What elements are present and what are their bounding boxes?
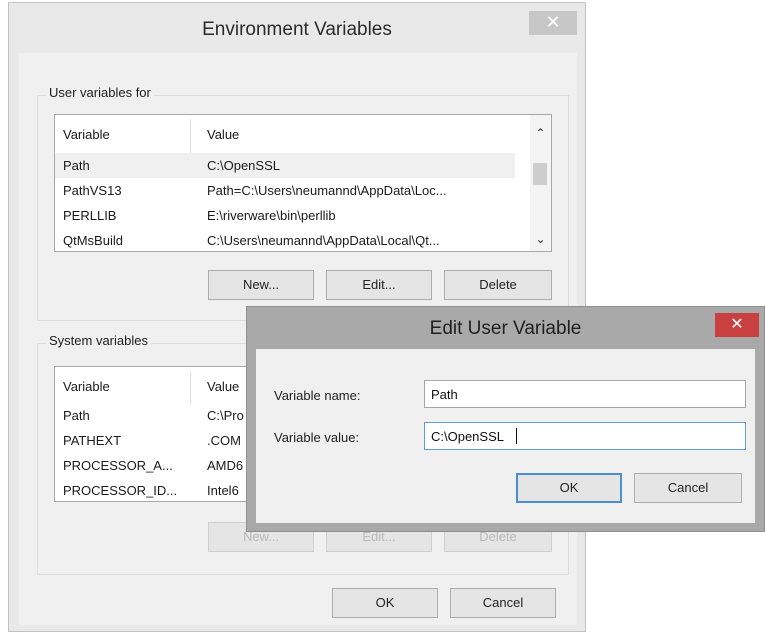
column-header-value[interactable]: Value	[207, 367, 239, 407]
column-header-variable[interactable]: Variable	[63, 367, 110, 407]
variable-value-label: Variable value:	[274, 430, 360, 445]
variable-cell: PATHEXT	[63, 433, 122, 448]
value-cell: AMD6	[207, 458, 244, 473]
variable-cell: PROCESSOR_ID...	[63, 483, 178, 498]
dialog-ok-button[interactable]: OK	[516, 473, 622, 503]
cancel-button[interactable]: Cancel	[450, 588, 556, 618]
value-cell: C:\OpenSSL	[207, 158, 280, 173]
column-header-variable[interactable]: Variable	[63, 115, 110, 155]
table-row[interactable]: Path C:\OpenSSL	[55, 153, 515, 178]
close-icon: ✕	[730, 316, 744, 333]
variable-name-field[interactable]	[424, 380, 746, 408]
table-row[interactable]: PERLLIB E:\riverware\bin\perllib	[55, 203, 515, 228]
value-cell: C:\Pro	[207, 408, 244, 423]
value-cell: Path=C:\Users\neumannd\AppData\Loc...	[207, 183, 447, 198]
variable-cell: Path	[63, 408, 90, 423]
scroll-down-icon[interactable]: ⌄	[530, 229, 551, 249]
value-cell: Intel6	[207, 483, 239, 498]
user-edit-button[interactable]: Edit...	[326, 270, 432, 300]
close-icon: ✕	[545, 12, 561, 32]
vertical-scrollbar[interactable]: ⌃ ⌄	[530, 115, 551, 251]
variable-cell: PERLLIB	[63, 208, 117, 223]
dialog-title: Edit User Variable	[429, 318, 582, 339]
column-divider[interactable]	[190, 371, 191, 405]
variable-cell: PROCESSOR_A...	[63, 458, 173, 473]
column-header-value[interactable]: Value	[207, 115, 239, 155]
variable-name-label: Variable name:	[274, 388, 361, 403]
scroll-thumb[interactable]	[533, 163, 547, 185]
system-variables-legend: System variables	[46, 333, 151, 348]
window-title: Environment Variables	[202, 19, 392, 40]
scroll-up-icon[interactable]: ⌃	[530, 123, 551, 143]
list-header: Variable Value	[55, 115, 551, 155]
user-variables-list[interactable]: Variable Value Path C:\OpenSSL PathVS13 …	[54, 114, 552, 252]
variable-cell: Path	[63, 158, 90, 173]
table-row[interactable]: QtMsBuild C:\Users\neumannd\AppData\Loca…	[55, 228, 515, 251]
ok-button[interactable]: OK	[332, 588, 438, 618]
dialog-close-button[interactable]: ✕	[715, 313, 759, 337]
user-variables-legend: User variables for	[46, 85, 154, 100]
dialog-client-area: Variable name: Variable value: OK Cancel	[256, 349, 755, 523]
user-variables-group: User variables for Variable Value Path C…	[37, 85, 569, 321]
value-cell: C:\Users\neumannd\AppData\Local\Qt...	[207, 233, 440, 248]
variable-cell: PathVS13	[63, 183, 122, 198]
close-button[interactable]: ✕	[529, 11, 577, 35]
value-cell: E:\riverware\bin\perllib	[207, 208, 336, 223]
text-caret	[516, 428, 517, 444]
edit-user-variable-dialog: Edit User Variable ✕ Variable name: Vari…	[246, 306, 765, 532]
dialog-cancel-button[interactable]: Cancel	[634, 473, 742, 503]
value-cell: .COM	[207, 433, 241, 448]
user-new-button[interactable]: New...	[208, 270, 314, 300]
column-divider[interactable]	[190, 119, 191, 153]
table-row[interactable]: PathVS13 Path=C:\Users\neumannd\AppData\…	[55, 178, 515, 203]
variable-value-field[interactable]	[424, 422, 746, 450]
variable-cell: QtMsBuild	[63, 233, 123, 248]
user-delete-button[interactable]: Delete	[444, 270, 552, 300]
